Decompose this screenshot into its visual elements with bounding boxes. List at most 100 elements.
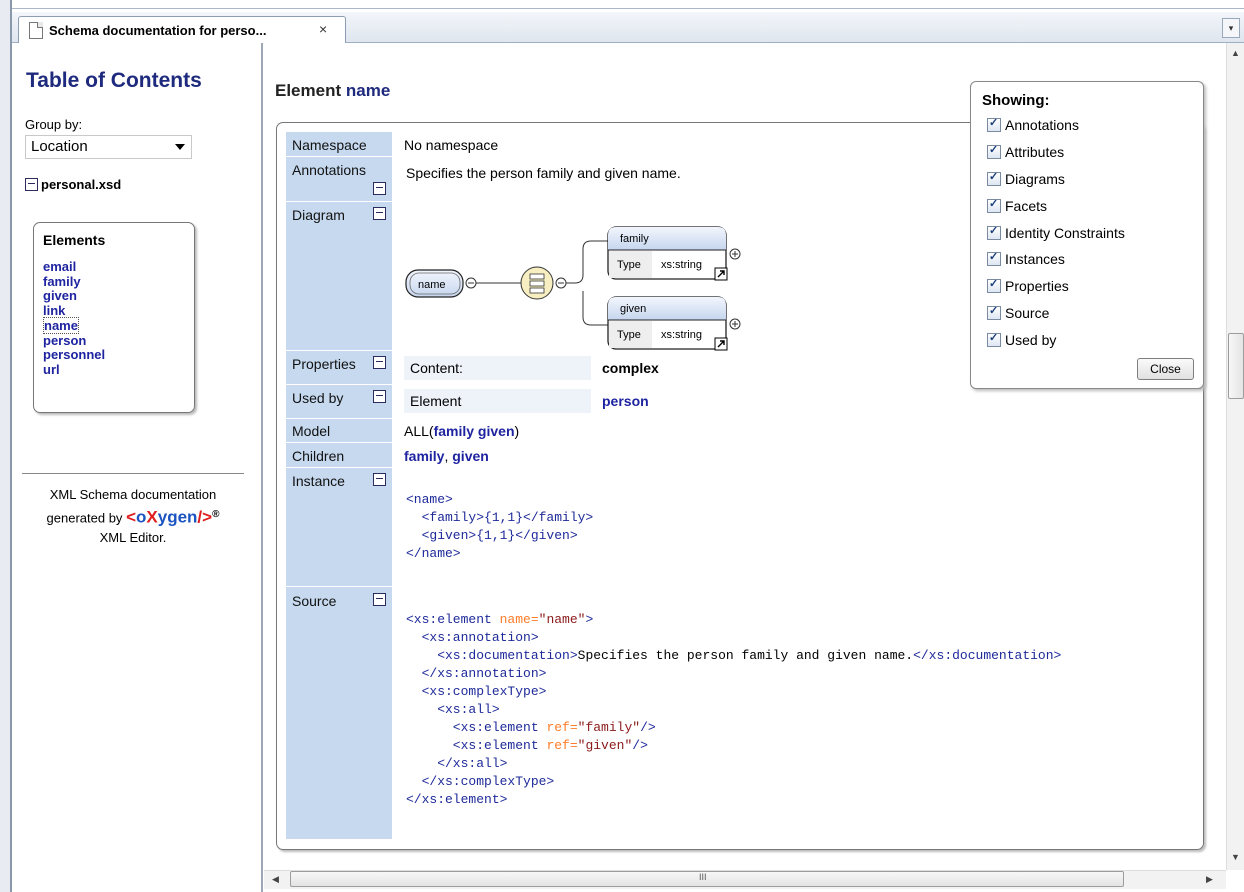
diagram-node-family[interactable]: family Type xs:string xyxy=(607,226,741,281)
label-children: Children xyxy=(292,448,345,464)
checkbox-source[interactable] xyxy=(987,304,1001,320)
window-top-edge xyxy=(0,0,1244,9)
option-diagrams[interactable]: Diagrams xyxy=(987,170,1065,187)
showing-title: Showing: xyxy=(982,92,1050,109)
row-separator xyxy=(286,350,392,351)
collapse-diagram-icon[interactable] xyxy=(373,207,386,220)
option-properties[interactable]: Properties xyxy=(987,277,1069,294)
divider xyxy=(22,473,244,474)
element-link-family[interactable]: family xyxy=(43,274,105,290)
row-separator xyxy=(286,442,392,443)
footer-line3: XML Editor. xyxy=(99,530,167,546)
checkbox-facets[interactable] xyxy=(987,197,1001,213)
documentation-pane: Element name Namespace Annotations Diagr… xyxy=(264,43,1226,870)
source-code: <xs:element name="name"> <xs:annotation>… xyxy=(406,612,1062,807)
checkbox-diagrams[interactable] xyxy=(987,170,1001,186)
label-source: Source xyxy=(292,593,337,609)
file-node-personal-xsd[interactable]: personal.xsd xyxy=(25,177,121,192)
close-button[interactable]: Close xyxy=(1137,358,1194,380)
option-identity-constraints[interactable]: Identity Constraints xyxy=(987,224,1125,241)
page-title: Element name xyxy=(275,81,391,100)
label-properties: Properties xyxy=(292,356,356,372)
row-separator xyxy=(286,586,392,587)
row-separator xyxy=(286,201,392,202)
row-separator xyxy=(286,156,392,157)
row-separator xyxy=(286,418,392,419)
svg-text:xs:string: xs:string xyxy=(661,259,702,271)
svg-text:Type: Type xyxy=(617,259,641,271)
checkbox-instances[interactable] xyxy=(987,250,1001,266)
chevron-down-icon xyxy=(175,144,185,150)
children-value: family, given xyxy=(404,448,489,464)
properties-content-value: complex xyxy=(602,360,659,376)
label-instance: Instance xyxy=(292,473,345,489)
scroll-right-icon[interactable]: ▶ xyxy=(1206,874,1213,885)
collapse-annotations-icon[interactable] xyxy=(373,182,386,195)
properties-key-cell: Content: xyxy=(404,356,591,380)
svg-text:Type: Type xyxy=(617,329,641,341)
option-instances[interactable]: Instances xyxy=(987,250,1065,267)
option-source[interactable]: Source xyxy=(987,304,1049,321)
checkbox-identity-constraints[interactable] xyxy=(987,224,1001,240)
collapse-source-icon[interactable] xyxy=(373,593,386,606)
scroll-down-icon[interactable]: ▼ xyxy=(1231,852,1240,862)
tab-schema-documentation[interactable]: Schema documentation for perso... × xyxy=(18,16,346,44)
group-by-label: Group by: xyxy=(25,117,83,132)
generator-footer: XML Schema documentation generated by <o… xyxy=(22,485,244,548)
document-icon xyxy=(29,22,43,39)
model-value: ALL(family given) xyxy=(404,423,520,439)
svg-text:given: given xyxy=(620,303,646,315)
element-link-given[interactable]: given xyxy=(43,289,105,304)
tab-list-dropdown-button[interactable]: ▾ xyxy=(1222,18,1240,38)
checkbox-attributes[interactable] xyxy=(987,143,1001,159)
group-by-selected-value: Location xyxy=(31,138,88,155)
option-annotations[interactable]: Annotations xyxy=(987,116,1079,133)
svg-text:xs:string: xs:string xyxy=(661,329,702,341)
scroll-left-icon[interactable]: ◀ xyxy=(272,874,279,885)
showing-panel: Showing: Annotations Attributes Diagrams… xyxy=(970,81,1204,389)
row-separator xyxy=(286,467,392,468)
scroll-up-icon[interactable]: ▲ xyxy=(1231,48,1240,58)
checkbox-used-by[interactable] xyxy=(987,331,1001,347)
element-link-email[interactable]: email xyxy=(43,259,105,275)
collapse-instance-icon[interactable] xyxy=(373,473,386,486)
used-by-person-link[interactable]: person xyxy=(602,393,649,409)
option-used-by[interactable]: Used by xyxy=(987,331,1056,348)
oxygen-logo[interactable]: <oXygen/> xyxy=(126,507,212,526)
option-facets[interactable]: Facets xyxy=(987,197,1047,214)
label-used-by: Used by xyxy=(292,390,344,406)
instance-code: <name> <family>{1,1}</family> <given>{1,… xyxy=(406,492,594,561)
namespace-value: No namespace xyxy=(404,137,499,153)
tab-close-button[interactable]: × xyxy=(319,21,327,37)
elements-title: Elements xyxy=(43,232,106,248)
toc-pane: Table of Contents Group by: Location per… xyxy=(12,43,263,892)
vertical-scroll-thumb[interactable] xyxy=(1228,333,1244,399)
file-node-label: personal.xsd xyxy=(41,177,122,192)
child-link-family[interactable]: family xyxy=(404,448,444,464)
collapse-used-by-icon[interactable] xyxy=(373,390,386,403)
label-diagram: Diagram xyxy=(292,207,345,223)
element-link-name[interactable]: name xyxy=(43,316,105,334)
footer-line2: generated by <oXygen/>® xyxy=(46,507,220,527)
collapse-icon[interactable] xyxy=(25,178,38,191)
child-link-given[interactable]: given xyxy=(452,448,489,464)
checkbox-properties[interactable] xyxy=(987,277,1001,293)
diagram-root-label: name xyxy=(418,279,446,291)
element-link-person[interactable]: person xyxy=(43,333,105,349)
annotation-text: Specifies the person family and given na… xyxy=(406,165,681,181)
footer-line1: XML Schema documentation xyxy=(49,487,217,502)
diagram-node-given[interactable]: given Type xs:string xyxy=(607,296,741,351)
option-attributes[interactable]: Attributes xyxy=(987,143,1064,160)
element-diagram: name family Type xs:string given Type xs… xyxy=(405,226,741,351)
toc-title: Table of Contents xyxy=(26,69,202,92)
group-by-select[interactable]: Location xyxy=(25,135,192,159)
vertical-scrollbar[interactable] xyxy=(1226,43,1244,870)
element-link-url[interactable]: url xyxy=(43,362,105,378)
elements-list: email family given link name person pers… xyxy=(43,259,105,378)
tab-strip: Schema documentation for perso... × ▾ xyxy=(12,12,1244,44)
horizontal-scroll-thumb[interactable]: III xyxy=(290,871,1124,887)
element-link-personnel[interactable]: personnel xyxy=(43,347,105,363)
row-separator xyxy=(286,384,392,385)
checkbox-annotations[interactable] xyxy=(987,116,1001,132)
collapse-properties-icon[interactable] xyxy=(373,356,386,369)
